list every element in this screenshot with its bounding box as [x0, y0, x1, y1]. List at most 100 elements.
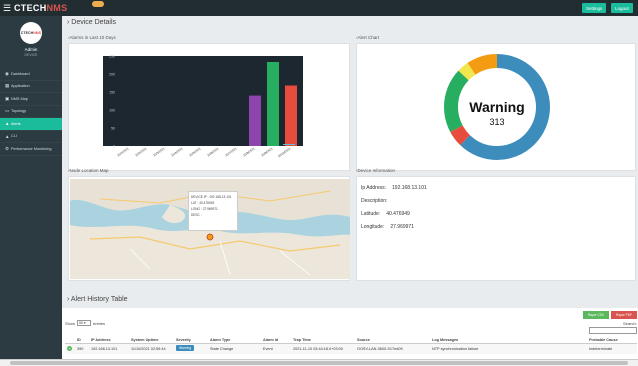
table-row[interactable]: + 390 192.168.13.101 11/10/2021 02:55:44… [65, 344, 637, 354]
cell-trap-time: 2021-11-10 03:44:18.0+03:00 [293, 347, 343, 351]
y-tick-label: 150 [109, 91, 115, 95]
x-tick-label: 10/8/2021 [242, 146, 255, 157]
horizontal-scrollbar[interactable] [0, 359, 638, 366]
sidebar: CTECH NMS Admin DEVICE ◉ Dashboard ▦ Applic… [0, 16, 62, 366]
column-header-alarm-id[interactable]: Alarm Id [263, 338, 278, 342]
severity-badge: Warning [176, 345, 195, 351]
sidebar-item-nms-map[interactable]: ▣ NMS Map [0, 93, 62, 106]
column-header-system-uptime[interactable]: System Uptime [131, 338, 158, 342]
brand-logo[interactable]: CTECHNMS [14, 3, 67, 13]
alert-history-table: ID IP Address System Uptime Severity Ala… [65, 336, 637, 354]
expand-row-icon[interactable]: + [67, 346, 72, 351]
x-tick-label: 10/10/2021 [277, 146, 292, 158]
bar[interactable] [285, 85, 297, 146]
search-label: Search: [623, 321, 637, 326]
column-header-severity[interactable]: Severity [176, 338, 191, 342]
y-tick-label: 0 [113, 145, 115, 149]
logout-button[interactable]: Logout [611, 3, 633, 13]
map-node-marker-icon[interactable] [206, 233, 214, 241]
column-header-trap-time[interactable]: Trap Time [293, 338, 311, 342]
show-entries-control: Show 50 ▾ entries [65, 320, 106, 326]
sidebar-item-performance-monitoring[interactable]: ⚙ Performance Monitoring [0, 143, 62, 156]
column-header-id[interactable]: ID [77, 338, 81, 342]
sidebar-item-application[interactable]: ▦ Application [0, 81, 62, 93]
map-card-title: ›Node Location Map [68, 168, 109, 173]
cell-alarm-type: State Change [210, 347, 234, 351]
node-location-map[interactable]: DEVICE IP : 192.168.13.101 LAT : 40.4769… [70, 179, 350, 279]
column-header-log-messages[interactable]: Log Messages [432, 338, 458, 342]
device-latitude-value: 40.476949 [386, 211, 410, 217]
bar[interactable] [267, 62, 279, 146]
device-info-panel: Ip Address: 192.168.13.101 Description: L… [356, 176, 636, 281]
x-tick-label: 10/5/2021 [188, 146, 201, 157]
page-title: › Device Details [67, 19, 117, 26]
export-pdf-button[interactable]: Rapor PDF [611, 311, 637, 319]
notification-bell-icon[interactable] [92, 1, 104, 7]
cell-alarm-id: Event [263, 347, 273, 351]
device-ip-row: Ip Address: 192.168.13.101 [361, 185, 427, 191]
alert-chart-card: ›Alert Chart Warning 313 [354, 33, 636, 173]
sidebar-nav: ◉ Dashboard ▦ Application ▣ NMS Map ▭ Topolo… [0, 68, 62, 156]
alert-chart-panel: Warning 313 [356, 43, 636, 171]
device-latitude-row: Latitude: 40.476949 [361, 211, 410, 217]
cell-probable-cause: Indeterminate [589, 347, 613, 351]
alarms-card: ›Alarms in Last 10 Days 250 200 150 100 50 0 1… [66, 33, 350, 173]
donut-center-label: Warning [469, 99, 524, 115]
x-tick-label: 10/1/2021 [116, 146, 129, 157]
main-content: › Device Details ›Alarms in Last 10 Days… [62, 16, 638, 366]
x-tick-label: 10/3/2021 [152, 146, 165, 157]
export-csv-button[interactable]: Rapor CSV [583, 311, 609, 319]
hamburger-menu-icon[interactable]: ☰ [0, 3, 14, 14]
bar[interactable] [249, 95, 261, 146]
cell-ip-address: 192.168.13.101 [91, 347, 118, 351]
column-header-probable-cause[interactable]: Probable Cause [589, 338, 618, 342]
cell-system-uptime: 11/10/2021 02:55:44 [131, 347, 166, 351]
y-tick-label: 50 [111, 127, 115, 131]
y-tick-label: 200 [109, 73, 115, 77]
alarms-chart-panel: 250 200 150 100 50 0 10/1/2021 10/2/2021 10/3/20… [68, 43, 350, 171]
map-node-popup: DEVICE IP : 192.168.13.101 LAT : 40.4769… [188, 191, 238, 231]
alert-donut-chart: Warning 313 [444, 54, 550, 160]
sidebar-item-cli[interactable]: ▲ CLI [0, 131, 62, 143]
device-info-card-title: ›Device Information [356, 168, 396, 173]
column-header-ip-address[interactable]: IP Address [91, 338, 111, 342]
sidebar-item-dashboard[interactable]: ◉ Dashboard [0, 68, 62, 81]
alert-history-title: › Alert History Table [67, 296, 128, 303]
column-header-source[interactable]: Source [357, 338, 370, 342]
entries-select[interactable]: 50 ▾ [77, 320, 92, 326]
device-longitude-row: Longitude: 27.969971 [361, 224, 414, 230]
device-info-card: ›Device Information Ip Address: 192.168.1… [354, 166, 636, 282]
column-header-alarm-type[interactable]: Alarm Type [210, 338, 230, 342]
map-card: ›Node Location Map DEVICE IP : 192.168.1… [66, 166, 350, 282]
map-panel: DEVICE IP : 192.168.13.101 LAT : 40.4769… [68, 176, 350, 281]
sidebar-username: Admin [24, 47, 38, 52]
bar-baseline-marker [283, 144, 295, 145]
x-tick-label: 10/7/2021 [224, 146, 237, 157]
x-tick-label: 10/4/2021 [170, 146, 183, 157]
search-input[interactable] [589, 327, 637, 334]
cell-log-messages: NTP synchronization failure [432, 347, 479, 351]
cell-severity: Warning [176, 345, 195, 351]
sidebar-item-topology[interactable]: ▭ Topology [0, 106, 62, 118]
settings-button[interactable]: Settings [582, 3, 607, 13]
alarms-bar-chart: 250 200 150 100 50 010/1/2021 10/2/2021 10/3/20… [103, 55, 303, 158]
sidebar-item-alerts[interactable]: ▲ Alerts [0, 118, 62, 131]
donut-center-value: 313 [489, 117, 504, 127]
scrollbar-thumb[interactable] [10, 361, 628, 365]
x-tick-label: 10/2/2021 [134, 146, 147, 157]
device-longitude-value: 27.969971 [390, 224, 414, 230]
x-tick-label: 10/6/2021 [206, 146, 219, 157]
sidebar-role: DEVICE [24, 53, 38, 57]
device-description-row: Description: [361, 198, 388, 204]
map-land-south [70, 225, 350, 279]
cell-id: 390 [77, 347, 84, 351]
alarms-card-title: ›Alarms in Last 10 Days [68, 35, 116, 40]
table-header-row: ID IP Address System Uptime Severity Ala… [65, 336, 637, 344]
popup-desc: DESC : [191, 213, 202, 217]
y-tick-label: 250 [109, 55, 115, 59]
x-tick-label: 10/9/2021 [260, 146, 273, 157]
device-ip-value: 192.168.13.101 [392, 185, 427, 191]
top-navbar: ☰ CTECHNMS Settings Logout [0, 0, 638, 16]
avatar: CTECH NMS [20, 22, 42, 44]
y-tick-label: 100 [109, 109, 115, 113]
